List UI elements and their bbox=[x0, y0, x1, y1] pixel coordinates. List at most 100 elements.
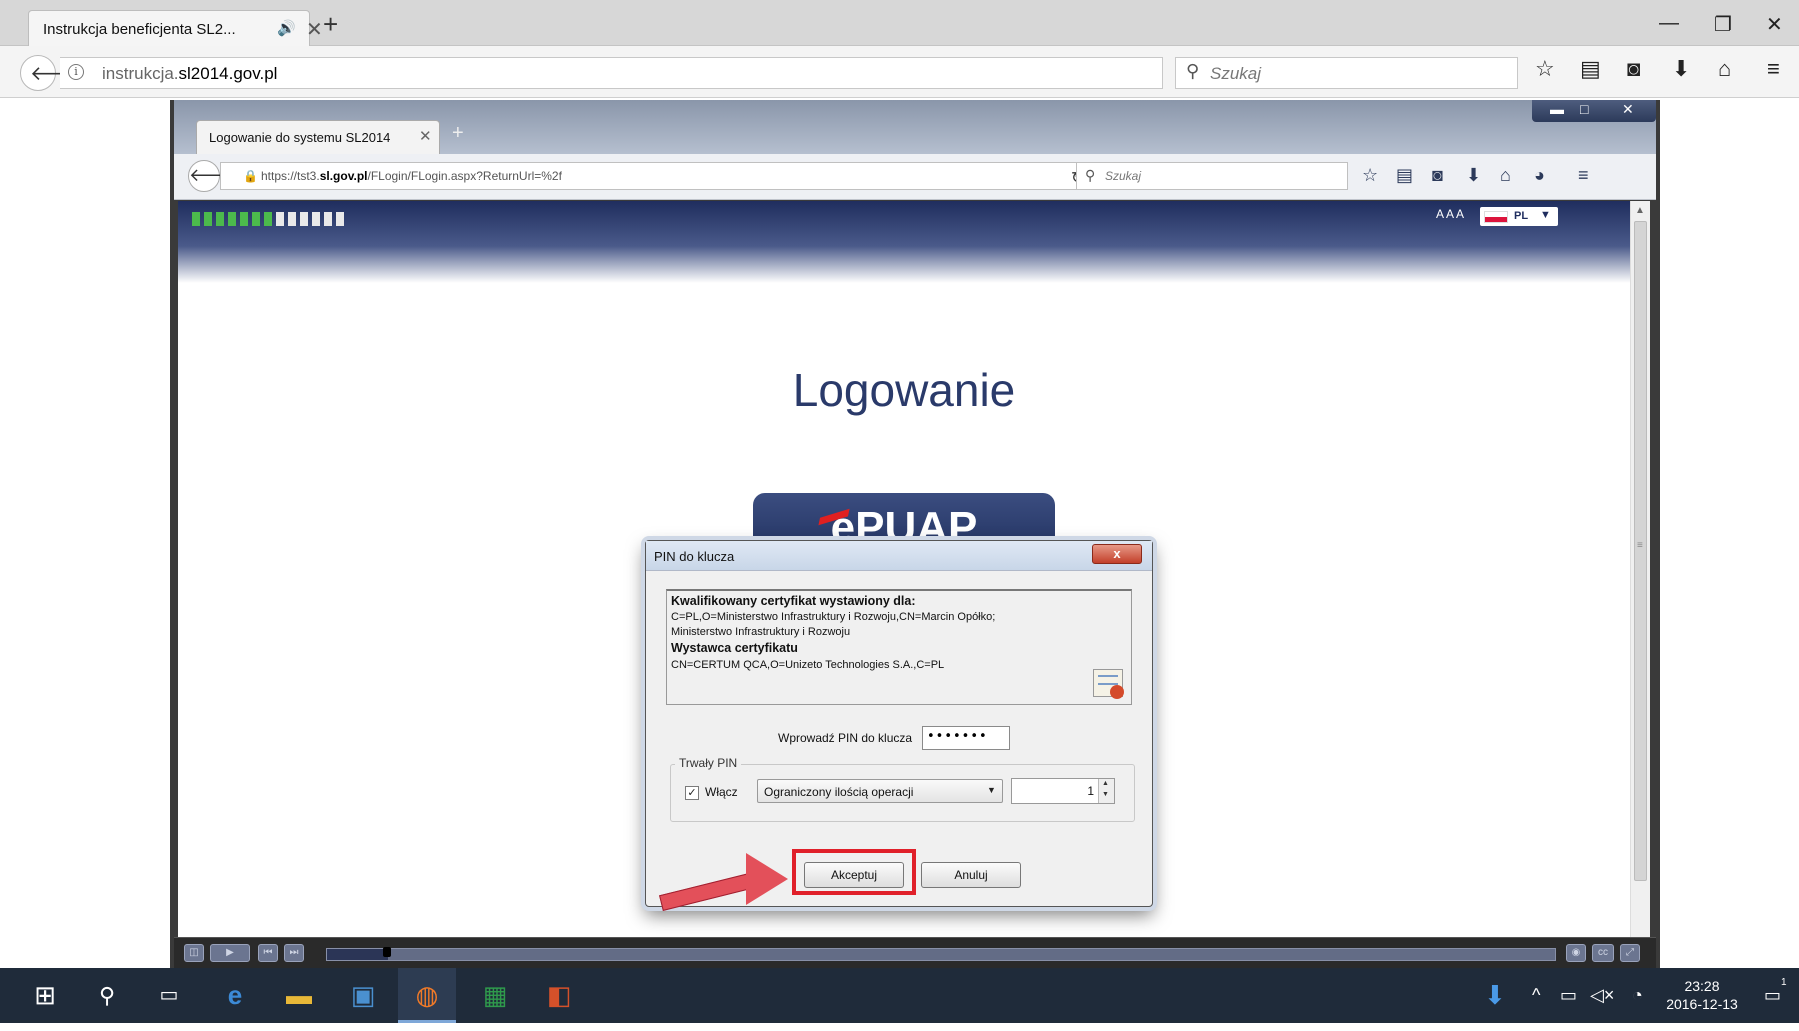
edge-icon[interactable]: e bbox=[206, 968, 264, 1023]
scroll-up-icon[interactable]: ▲ bbox=[1635, 205, 1645, 216]
clock[interactable]: 23:28 2016-12-13 bbox=[1657, 977, 1747, 1013]
inner-home-icon[interactable]: ⌂ bbox=[1500, 165, 1511, 186]
update-icon[interactable]: ⬇ bbox=[1484, 968, 1506, 1023]
play-icon[interactable]: ▶ bbox=[210, 944, 250, 962]
video-progress-knob[interactable] bbox=[383, 947, 391, 957]
new-tab-button[interactable]: + bbox=[323, 9, 338, 40]
close-window-icon[interactable]: ✕ bbox=[1766, 12, 1783, 37]
media-player-icon[interactable]: ▣ bbox=[334, 968, 392, 1023]
volume-icon[interactable]: ◉ bbox=[1566, 944, 1586, 962]
permanent-pin-legend: Trwały PIN bbox=[675, 756, 742, 770]
lock-icon: 🔒 bbox=[243, 169, 258, 183]
permanent-pin-group: Trwały PIN ✓ Włącz Ograniczony ilością o… bbox=[670, 756, 1135, 822]
rewind-icon[interactable]: ⏮ bbox=[258, 944, 278, 962]
inner-search-input[interactable]: ⚲ Szukaj bbox=[1076, 162, 1348, 190]
outer-active-tab[interactable]: Instrukcja beneficjenta SL2... 🔊 ✕ bbox=[28, 10, 323, 47]
inner-window-controls: ▬ □ ✕ bbox=[1532, 100, 1656, 122]
language-code: PL bbox=[1514, 210, 1529, 222]
annotation-arrow-shaft bbox=[659, 871, 760, 911]
reading-list-icon[interactable]: ▤ bbox=[1580, 56, 1601, 82]
restore-icon[interactable]: ❐ bbox=[1714, 12, 1732, 37]
inner-bookmark-star-icon[interactable]: ☆ bbox=[1362, 165, 1378, 186]
network-icon[interactable]: ▭ bbox=[1560, 968, 1577, 1023]
dialog-titlebar: PIN do klucza x bbox=[646, 541, 1152, 571]
poland-flag-icon bbox=[1484, 211, 1508, 223]
volume-muted-icon[interactable]: ◁× bbox=[1590, 968, 1614, 1023]
info-icon[interactable]: i bbox=[68, 64, 84, 80]
inner-url-text: https://tst3.sl.gov.pl/FLogin/FLogin.asp… bbox=[261, 169, 562, 183]
scroll-thumb[interactable]: ≡ bbox=[1634, 221, 1647, 881]
download-icon[interactable]: ⬇ bbox=[1672, 56, 1690, 82]
pin-mode-value: Ograniczony ilością operacji bbox=[764, 785, 914, 799]
notification-icon[interactable]: ▭ bbox=[1764, 968, 1781, 1023]
cancel-button[interactable]: Anuluj bbox=[921, 862, 1021, 888]
certificate-icon[interactable] bbox=[1093, 669, 1124, 699]
forward-icon[interactable]: ⏭ bbox=[284, 944, 304, 962]
fullscreen-icon[interactable]: ⤢ bbox=[1620, 944, 1640, 962]
start-icon[interactable]: ⊞ bbox=[16, 968, 74, 1023]
video-progress-fill bbox=[327, 949, 388, 960]
page-header: A A A PL ▼ bbox=[178, 201, 1630, 283]
operation-count-stepper[interactable]: 1 ▲ ▼ bbox=[1011, 778, 1115, 804]
excel-icon[interactable]: ▦ bbox=[466, 968, 524, 1023]
inner-minimize-icon[interactable]: ▬ bbox=[1550, 101, 1564, 117]
captions-icon[interactable]: cc bbox=[1592, 944, 1614, 962]
home-icon[interactable]: ⌂ bbox=[1718, 56, 1731, 82]
outer-search-input[interactable]: ⚲ Szukaj bbox=[1175, 57, 1518, 89]
clock-time: 23:28 bbox=[1684, 978, 1720, 994]
page-title: Logowanie bbox=[792, 364, 1016, 416]
inner-new-tab-button[interactable]: + bbox=[452, 122, 464, 145]
video-menu-icon[interactable]: ◫ bbox=[184, 944, 204, 962]
inner-pocket-icon[interactable]: ◙ bbox=[1432, 165, 1443, 186]
inner-chat-icon[interactable]: ◕ bbox=[1534, 165, 1545, 186]
enable-checkbox[interactable]: ✓ bbox=[685, 786, 699, 800]
font-size-control[interactable]: A A A bbox=[1436, 207, 1464, 221]
language-select[interactable]: PL ▼ bbox=[1480, 207, 1558, 226]
inner-close-tab-icon[interactable]: ✕ bbox=[419, 127, 432, 145]
menu-icon[interactable]: ≡ bbox=[1767, 56, 1780, 82]
inner-maximize-icon[interactable]: □ bbox=[1580, 101, 1588, 117]
cert-subject-line-2: Ministerstwo Infrastruktury i Rozwoju bbox=[671, 626, 851, 638]
dialog-close-button[interactable]: x bbox=[1092, 544, 1142, 564]
outer-nav-bar: 🡐 i instrukcja.sl2014.gov.pl ↻ ⚲ Szukaj … bbox=[0, 46, 1799, 98]
grip-icon: ≡ bbox=[1637, 540, 1643, 551]
task-view-icon[interactable]: ▭ bbox=[140, 968, 198, 1023]
bookmark-star-icon[interactable]: ☆ bbox=[1535, 56, 1555, 82]
inner-search-placeholder: Szukaj bbox=[1105, 169, 1142, 183]
file-explorer-icon[interactable]: ▬ bbox=[270, 968, 328, 1023]
search-icon[interactable]: ⚲ bbox=[78, 968, 136, 1023]
inner-search-icon: ⚲ bbox=[1085, 167, 1096, 183]
inner-menu-icon[interactable]: ≡ bbox=[1578, 165, 1589, 186]
clock-date: 2016-12-13 bbox=[1666, 996, 1738, 1012]
dialog-title: PIN do klucza bbox=[654, 549, 735, 564]
speaker-icon[interactable]: 🔊 bbox=[277, 19, 296, 37]
minimize-icon[interactable]: — bbox=[1659, 12, 1679, 35]
video-progress-bar[interactable] bbox=[326, 948, 1556, 961]
outer-url-bar[interactable]: i instrukcja.sl2014.gov.pl ↻ bbox=[60, 57, 1201, 89]
outer-url-text: instrukcja.sl2014.gov.pl bbox=[102, 64, 278, 83]
powerpoint-icon[interactable]: ◧ bbox=[530, 968, 588, 1023]
video-controls: ◫ ▶ ⏮ ⏭ ◉ cc ⤢ bbox=[174, 937, 1656, 968]
pin-input[interactable]: ••••••• bbox=[922, 726, 1010, 750]
issuer-value: CN=CERTUM QCA,O=Unizeto Technologies S.A… bbox=[671, 659, 945, 671]
show-hidden-icons[interactable]: ^ bbox=[1532, 968, 1540, 1023]
back-button[interactable]: 🡐 bbox=[20, 55, 84, 91]
inner-active-tab[interactable]: Logowanie do systemu SL2014 ✕ bbox=[196, 120, 440, 154]
inner-reading-list-icon[interactable]: ▤ bbox=[1396, 165, 1413, 186]
accept-button[interactable]: Akceptuj bbox=[804, 862, 904, 888]
inner-scrollbar[interactable]: ▲ ≡ bbox=[1630, 201, 1650, 937]
inner-close-icon[interactable]: ✕ bbox=[1622, 101, 1634, 118]
pocket-icon[interactable]: ◙ bbox=[1627, 56, 1640, 82]
operation-count-value: 1 bbox=[1087, 784, 1094, 798]
firefox-icon[interactable]: ◍ bbox=[398, 968, 456, 1023]
stepper-buttons[interactable]: ▲ ▼ bbox=[1098, 779, 1114, 803]
search-icon: ⚲ bbox=[1186, 61, 1200, 81]
outer-tab-title: Instrukcja beneficjenta SL2... bbox=[43, 21, 236, 38]
stepper-down-icon[interactable]: ▼ bbox=[1102, 791, 1109, 798]
inner-back-button[interactable]: 🡐 bbox=[188, 160, 237, 192]
wifi-icon[interactable]: ◔ bbox=[1632, 968, 1643, 1023]
stepper-up-icon[interactable]: ▲ bbox=[1102, 780, 1109, 787]
inner-download-icon[interactable]: ⬇ bbox=[1466, 165, 1481, 186]
close-tab-icon[interactable]: ✕ bbox=[306, 17, 323, 42]
pin-mode-select[interactable]: Ograniczony ilością operacji ▼ bbox=[757, 779, 1003, 803]
